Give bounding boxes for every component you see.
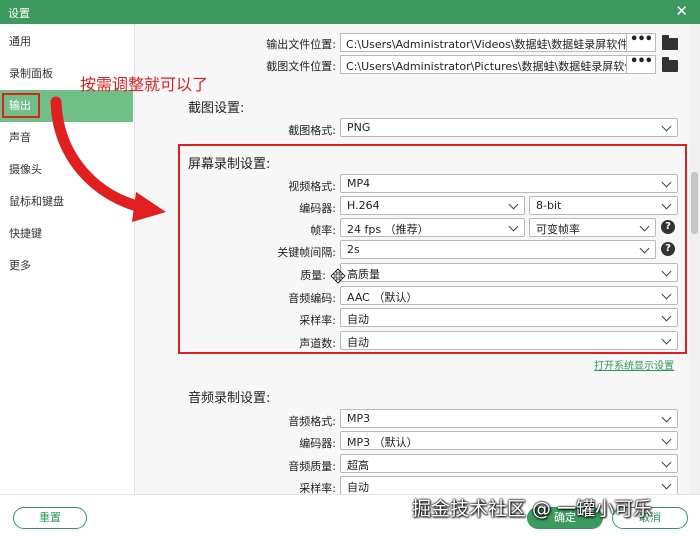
- window-title: 设置: [8, 7, 30, 20]
- highlight-box: [178, 144, 687, 354]
- audio-samplerate-select[interactable]: 自动: [340, 476, 678, 495]
- sidebar-highlight-box: [2, 93, 40, 118]
- chevron-down-icon: [661, 412, 672, 423]
- audio-format-value: MP3: [347, 412, 371, 425]
- audio-encoder-select[interactable]: MP3 （默认）: [340, 431, 678, 450]
- output-path-value: C:\Users\Administrator\Videos\数据蛙\数据蛙录屏软…: [346, 38, 626, 51]
- folder-icon[interactable]: [662, 57, 678, 72]
- close-icon[interactable]: ✕: [675, 2, 688, 20]
- audio-format-label: 音频格式:: [288, 415, 336, 428]
- screenshot-format-label: 截图格式:: [288, 124, 336, 137]
- annotation-text: 按需调整就可以了: [80, 75, 209, 94]
- audio-settings-title: 音频录制设置:: [188, 391, 271, 406]
- audio-samplerate-value: 自动: [347, 481, 369, 494]
- annotation-arrow: [50, 96, 166, 222]
- display-settings-link[interactable]: 打开系统显示设置: [594, 357, 674, 372]
- watermark: 掘金技术社区 @ 一罐小可乐: [412, 498, 653, 520]
- audio-quality-select[interactable]: 超高: [340, 454, 678, 473]
- screenshot-format-value: PNG: [347, 121, 371, 134]
- audio-format-select[interactable]: MP3: [340, 409, 678, 428]
- screenshot-path-value: C:\Users\Administrator\Pictures\数据蛙\数据蛙录…: [346, 60, 626, 73]
- reset-button[interactable]: 重置: [13, 507, 87, 529]
- scrollbar-track[interactable]: [689, 24, 700, 494]
- sidebar-item-general[interactable]: 通用: [0, 26, 133, 58]
- chevron-down-icon: [661, 434, 672, 445]
- audio-encoder-label: 编码器:: [299, 437, 336, 450]
- screenshot-format-select[interactable]: PNG: [340, 118, 678, 137]
- screenshot-path-label: 截图文件位置:: [266, 60, 336, 73]
- output-path-field[interactable]: C:\Users\Administrator\Videos\数据蛙\数据蛙录屏软…: [340, 33, 656, 52]
- audio-quality-value: 超高: [347, 459, 369, 472]
- chevron-down-icon: [661, 457, 672, 468]
- audio-quality-label: 音频质量:: [288, 460, 336, 473]
- sidebar-item-more[interactable]: 更多: [0, 250, 133, 282]
- output-path-label: 输出文件位置:: [266, 38, 336, 51]
- chevron-down-icon: [661, 479, 672, 490]
- folder-icon[interactable]: [662, 35, 678, 50]
- screenshot-settings-title: 截图设置:: [188, 101, 245, 116]
- browse-button[interactable]: •••: [626, 55, 655, 73]
- scrollbar-thumb[interactable]: [691, 172, 698, 234]
- screenshot-path-field[interactable]: C:\Users\Administrator\Pictures\数据蛙\数据蛙录…: [340, 55, 656, 74]
- title-bar: 设置 ✕: [0, 0, 700, 24]
- audio-encoder-value: MP3 （默认）: [347, 436, 418, 449]
- browse-button[interactable]: •••: [626, 33, 655, 51]
- chevron-down-icon: [661, 121, 672, 132]
